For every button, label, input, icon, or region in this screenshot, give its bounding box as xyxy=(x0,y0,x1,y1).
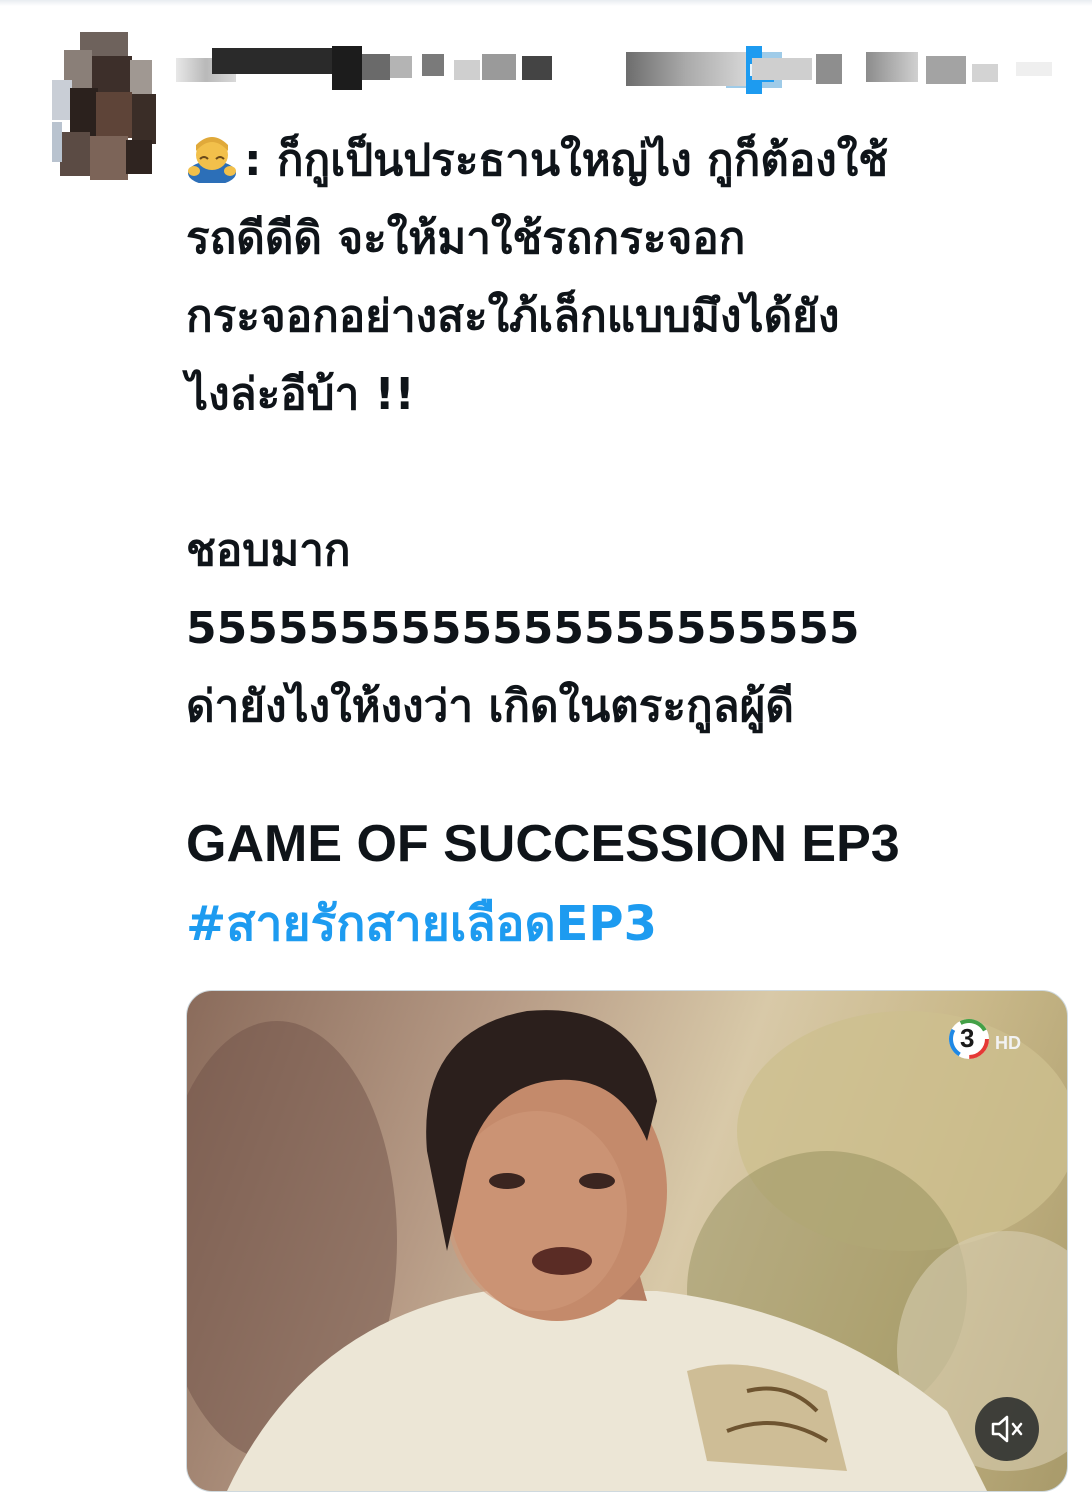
name-redaction-block xyxy=(482,54,516,80)
tweet-line-text: ก็กูเป็นประธานใหญ่ไง กูก็ต้องใช้ xyxy=(276,135,889,186)
author-avatar[interactable] xyxy=(52,32,160,182)
handle-redaction-block xyxy=(926,56,966,84)
mute-button[interactable] xyxy=(975,1397,1039,1461)
tweet-line-4: ไงล่ะอีบ้า !! xyxy=(186,369,415,420)
channel-3-hd-logo: 3 HD xyxy=(947,1017,1037,1061)
tweet-line-1: : ก็กูเป็นประธานใหญ่ไง กูก็ต้องใช้ xyxy=(186,122,1066,200)
tweet-line-laugh: 5555555555555555555555 xyxy=(186,603,860,654)
tweet-line-8: ด่ายังไงให้งงว่า เกิดในตระกูลผู้ดี xyxy=(186,681,794,732)
channel-logo-numeral: 3 xyxy=(960,1023,975,1053)
name-redaction-block xyxy=(522,56,552,80)
name-redaction-block xyxy=(422,54,444,76)
tweet-header xyxy=(176,40,1076,94)
handle-redaction-block xyxy=(752,58,812,80)
video-player[interactable]: 3 HD xyxy=(186,990,1068,1492)
video-frame xyxy=(187,1010,1067,1491)
name-redaction-block xyxy=(454,60,480,80)
top-edge xyxy=(0,0,1092,6)
name-redaction-block xyxy=(362,54,390,80)
name-redaction-block xyxy=(390,56,412,78)
tweet-text: : ก็กูเป็นประธานใหญ่ไง กูก็ต้องใช้ รถดีด… xyxy=(186,122,1066,746)
speaker-prefix: : xyxy=(244,135,277,186)
show-title: GAME OF SUCCESSION EP3 xyxy=(186,815,900,873)
bowing-person-emoji xyxy=(188,137,236,183)
hashtag-link[interactable]: #สายรักสายเลือดEP3 xyxy=(186,892,657,956)
tweet-line-2: รถดีดีดิ จะให้มาใช้รถกระจอก xyxy=(186,213,746,264)
hd-label: HD xyxy=(995,1033,1021,1053)
name-redaction-block xyxy=(332,46,362,90)
tweet-line-3: กระจอกอย่างสะใภ้เล็กแบบมึงได้ยัง xyxy=(186,291,840,342)
handle-redaction-block xyxy=(1016,62,1052,76)
tweet-line-6: ชอบมาก xyxy=(186,525,351,576)
handle-redaction-block xyxy=(866,52,918,82)
handle-redacted[interactable] xyxy=(626,52,746,86)
handle-redaction-block xyxy=(972,64,998,82)
handle-redaction-block xyxy=(816,54,842,84)
name-redaction-block xyxy=(212,48,332,74)
volume-muted-icon xyxy=(991,1415,1023,1443)
